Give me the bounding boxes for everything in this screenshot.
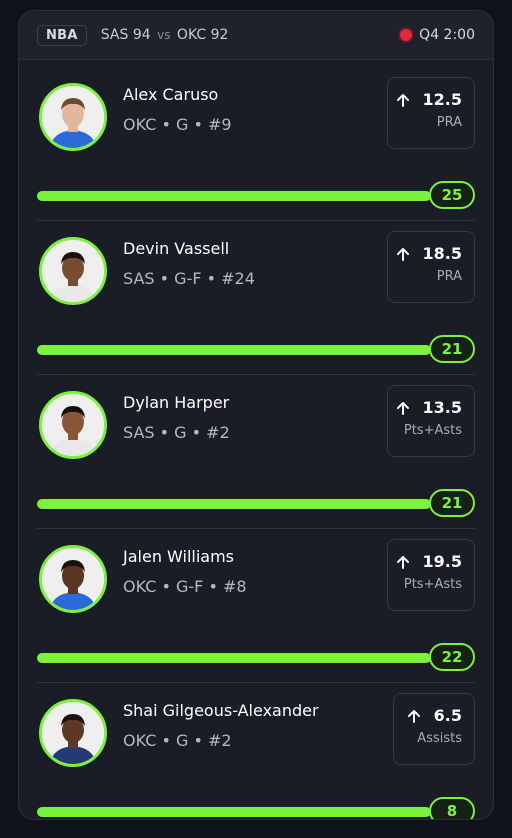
prop-line-value: 6.5 bbox=[433, 706, 462, 725]
current-stat-pill: 25 bbox=[429, 181, 475, 209]
progress-track bbox=[37, 345, 431, 355]
player-avatar bbox=[39, 83, 107, 151]
current-stat-pill: 21 bbox=[429, 489, 475, 517]
current-stat-pill: 8 bbox=[429, 797, 475, 819]
prop-line-value: 19.5 bbox=[422, 552, 462, 571]
prop-line-value: 13.5 bbox=[422, 398, 462, 417]
player-meta: OKC • G • #2 bbox=[123, 731, 232, 750]
prop-line-button[interactable]: 6.5 Assists bbox=[393, 693, 475, 765]
prop-stat-label: PRA bbox=[436, 115, 462, 130]
progress-track bbox=[37, 191, 431, 201]
prop-line-button[interactable]: 18.5 PRA bbox=[387, 231, 475, 303]
live-status: Q4 2:00 bbox=[400, 11, 475, 59]
arrow-up-icon bbox=[396, 247, 409, 261]
player-row[interactable]: Alex Caruso OKC • G • #9 12.5 PRA 25 bbox=[37, 67, 475, 221]
away-score: 92 bbox=[210, 27, 229, 43]
prop-line-button[interactable]: 12.5 PRA bbox=[387, 77, 475, 149]
player-meta: SAS • G-F • #24 bbox=[123, 269, 255, 288]
player-meta: OKC • G • #9 bbox=[123, 115, 232, 134]
player-meta: SAS • G • #2 bbox=[123, 423, 230, 442]
progress-fill bbox=[37, 345, 431, 355]
player-row[interactable]: Jalen Williams OKC • G-F • #8 19.5 Pts+A… bbox=[37, 529, 475, 683]
prop-stat-label: Pts+Asts bbox=[403, 577, 462, 592]
arrow-up-icon bbox=[396, 93, 409, 107]
prop-stat-label: Assists bbox=[417, 731, 462, 746]
arrow-up-icon bbox=[407, 709, 420, 723]
league-badge: NBA bbox=[37, 24, 87, 46]
away-team: OKC bbox=[176, 27, 207, 43]
prop-line-value: 18.5 bbox=[422, 244, 462, 263]
arrow-up-icon bbox=[396, 555, 409, 569]
player-row[interactable]: Devin Vassell SAS • G-F • #24 18.5 PRA 2… bbox=[37, 221, 475, 375]
vs-label: vs bbox=[157, 28, 171, 42]
home-score: 94 bbox=[132, 27, 151, 43]
progress-fill bbox=[37, 807, 431, 817]
player-meta: OKC • G-F • #8 bbox=[123, 577, 247, 596]
home-team: SAS bbox=[100, 27, 129, 43]
player-avatar bbox=[39, 545, 107, 613]
player-name: Jalen Williams bbox=[123, 547, 235, 566]
prop-stat-label: PRA bbox=[436, 269, 462, 284]
arrow-up-icon bbox=[396, 401, 409, 415]
player-row[interactable]: Dylan Harper SAS • G • #2 13.5 Pts+Asts … bbox=[37, 375, 475, 529]
current-stat-pill: 21 bbox=[429, 335, 475, 363]
progress-fill bbox=[37, 653, 431, 663]
prop-line-button[interactable]: 13.5 Pts+Asts bbox=[387, 385, 475, 457]
player-name: Alex Caruso bbox=[123, 85, 219, 104]
game-header: NBA SAS 94 vs OKC 92 Q4 2:00 bbox=[19, 11, 493, 60]
player-name: Dylan Harper bbox=[123, 393, 230, 412]
player-row[interactable]: Shai Gilgeous-Alexander OKC • G • #2 6.5… bbox=[37, 683, 475, 819]
progress-track bbox=[37, 807, 431, 817]
player-name: Shai Gilgeous-Alexander bbox=[123, 701, 319, 720]
player-avatar bbox=[39, 237, 107, 305]
game-clock: Q4 2:00 bbox=[419, 27, 475, 43]
progress-track bbox=[37, 499, 431, 509]
player-props-card: NBA SAS 94 vs OKC 92 Q4 2:00 Alex Caruso… bbox=[18, 10, 494, 820]
player-avatar bbox=[39, 699, 107, 767]
prop-stat-label: Pts+Asts bbox=[403, 423, 462, 438]
player-name: Devin Vassell bbox=[123, 239, 230, 258]
live-dot-icon bbox=[400, 29, 413, 41]
prop-line-button[interactable]: 19.5 Pts+Asts bbox=[387, 539, 475, 611]
progress-fill bbox=[37, 499, 431, 509]
game-score[interactable]: SAS 94 vs OKC 92 bbox=[101, 27, 229, 43]
player-avatar bbox=[39, 391, 107, 459]
current-stat-pill: 22 bbox=[429, 643, 475, 671]
prop-line-value: 12.5 bbox=[422, 90, 462, 109]
progress-fill bbox=[37, 191, 431, 201]
progress-track bbox=[37, 653, 431, 663]
